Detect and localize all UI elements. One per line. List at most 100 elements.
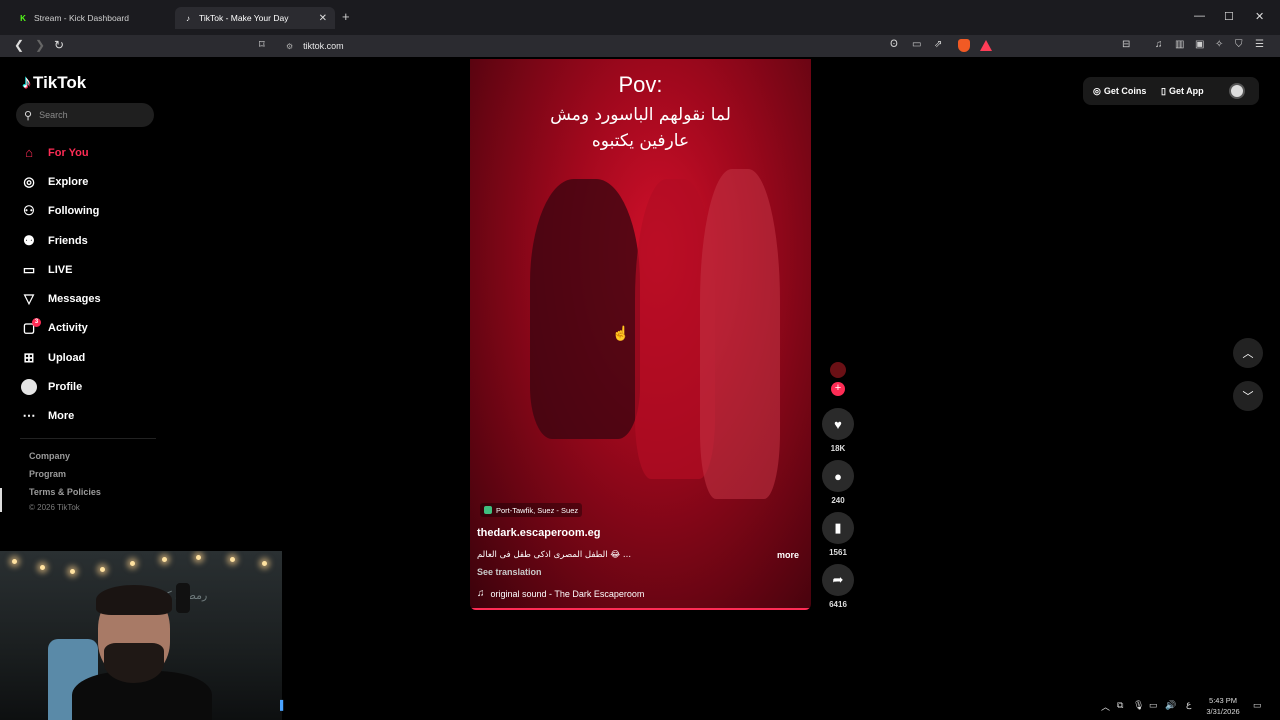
maximize-icon[interactable]: ☐ — [1224, 10, 1234, 23]
sidebar-item-explore[interactable]: ◎ Explore — [20, 167, 160, 196]
wallet-icon[interactable]: ▣ — [1195, 39, 1204, 50]
sound-text: original sound - The Dark Escaperoom — [490, 588, 645, 599]
mouse-cursor-icon: ☝ — [612, 325, 630, 341]
brave-rewards-icon[interactable] — [980, 40, 992, 51]
live-icon: ▭ — [22, 261, 36, 277]
sidebar-item-label: Messages — [48, 293, 101, 306]
tiktok-logo[interactable]: ♪ TikTok — [22, 72, 86, 93]
sidebar-item-profile[interactable]: Profile — [20, 372, 160, 401]
tab-title: Stream - Kick Dashboard — [34, 13, 129, 23]
coin-icon: ◎ — [1093, 85, 1101, 96]
close-tab-icon[interactable]: ✕ — [319, 13, 327, 24]
activity-badge: 3 — [32, 317, 41, 327]
footer-copyright: © 2026 TikTok — [29, 503, 80, 512]
compass-icon: ◎ — [23, 173, 35, 189]
taskbar-clock[interactable]: 5:43 PM 3/31/2026 — [1200, 695, 1246, 717]
leo-ai-icon[interactable]: ✧ — [1215, 39, 1223, 50]
footer-link-terms[interactable]: Terms & Policies — [29, 485, 101, 503]
like-button[interactable]: ♥ — [822, 408, 854, 440]
sidebar-item-friends[interactable]: ⚉ Friends — [20, 226, 160, 255]
video-player[interactable]: Pov: لما نقولهم الباسورد ومش عارفين يكتب… — [470, 59, 811, 610]
show-hidden-icons[interactable]: ︿ — [1101, 700, 1110, 713]
video-overlay-text: لما نقولهم الباسورد ومش عارفين يكتبوه — [470, 102, 811, 154]
string-light — [162, 557, 167, 562]
close-window-icon[interactable]: ✕ — [1255, 10, 1264, 23]
sidebar-footer: Company Program Terms & Policies © 2026 … — [29, 449, 101, 512]
app-icon[interactable]: ▌ — [280, 700, 286, 710]
reader-icon[interactable]: ▥ — [1175, 39, 1184, 50]
string-light — [100, 567, 105, 572]
media-icon[interactable]: ♫ — [1155, 39, 1163, 50]
sidebar-item-following[interactable]: ⚇ Following — [20, 197, 160, 226]
previous-video-button[interactable]: ︿ — [1233, 338, 1263, 368]
tray-app-icon[interactable]: ⧉ — [1117, 700, 1123, 711]
no-translate-icon[interactable]: Ꙩ — [890, 39, 898, 50]
sidebar-item-upload[interactable]: ⊞ Upload — [20, 343, 160, 372]
creator-avatar[interactable] — [830, 362, 846, 378]
overlay-line: عارفين يكتبوه — [591, 131, 690, 151]
save-count: 1561 — [829, 548, 847, 557]
comment-icon: ● — [834, 468, 842, 484]
tab-tiktok[interactable]: ♪ TikTok - Make Your Day ✕ — [175, 7, 335, 29]
home-icon: ⌂ — [25, 145, 33, 161]
comment-count: 240 — [831, 496, 845, 505]
back-icon[interactable]: ❮ — [14, 38, 24, 52]
footer-link-company[interactable]: Company — [29, 449, 101, 467]
forward-icon[interactable]: ❯ — [35, 38, 45, 52]
network-icon[interactable]: ▭ — [1149, 700, 1158, 711]
location-tag[interactable]: Port-Tawfik, Suez - Suez — [480, 503, 583, 517]
footer-link-program[interactable]: Program — [29, 467, 101, 485]
chevron-up-icon: ︿ — [1242, 348, 1254, 360]
share-button[interactable]: ➦ — [822, 564, 854, 596]
see-translation-link[interactable]: See translation — [477, 567, 542, 577]
next-video-button[interactable]: ﹀ — [1233, 381, 1263, 411]
minimize-icon[interactable]: — — [1194, 10, 1205, 22]
author-name[interactable]: thedark.escaperoom.eg — [477, 527, 601, 539]
messages-icon: ▽ — [24, 291, 34, 307]
avatar[interactable] — [1229, 83, 1245, 99]
string-light — [262, 561, 267, 566]
cast-icon[interactable]: ▭ — [912, 39, 921, 50]
like-count: 18K — [830, 444, 846, 453]
sidebar-item-live[interactable]: ▭ LIVE — [20, 255, 160, 284]
language-indicator[interactable]: ع — [1186, 700, 1191, 710]
reload-icon[interactable]: ↻ — [54, 38, 64, 52]
new-tab-icon[interactable]: + — [342, 9, 350, 24]
brave-shields-icon[interactable] — [958, 39, 970, 52]
sidebar-divider — [20, 438, 156, 439]
comment-button[interactable]: ● — [822, 460, 854, 492]
upload-icon: ⊞ — [23, 349, 35, 365]
clock-date: 3/31/2026 — [1206, 707, 1240, 716]
search-input[interactable]: ⚲ Search — [16, 103, 154, 127]
tab-kick-dashboard[interactable]: K Stream - Kick Dashboard — [10, 7, 170, 29]
sidebar-toggle-icon[interactable]: ⊟ — [1122, 39, 1130, 50]
follow-button[interactable]: + — [831, 382, 845, 396]
menu-icon[interactable]: ☰ — [1255, 39, 1264, 50]
get-coins-label: Get Coins — [1103, 86, 1147, 96]
sound-link[interactable]: ♫ original sound - The Dark Escaperoom — [477, 588, 644, 599]
notifications-icon[interactable]: ▭ — [1253, 700, 1262, 711]
sidebar-item-more[interactable]: ⋯ More — [20, 402, 160, 431]
heart-icon: ♥ — [834, 416, 842, 432]
address-bar: ❮ ❯ ↻ ⌑ ⚙ tiktok.com Ꙩ ▭ ⇗ ⊟ ♫ ▥ ▣ ✧ ⛉ ☰ — [0, 35, 1280, 57]
streamer-beard — [104, 643, 164, 683]
music-note-icon: ♫ — [477, 588, 485, 599]
bookmark-icon[interactable]: ⌑ — [259, 38, 265, 51]
vpn-icon[interactable]: ⛉ — [1235, 39, 1243, 50]
sidebar-item-for-you[interactable]: ⌂ For You — [20, 138, 160, 167]
more-button[interactable]: more — [777, 550, 799, 560]
avatar — [21, 379, 37, 396]
sidebar-item-label: Profile — [48, 381, 83, 394]
microphone-icon[interactable]: 🎙 — [1133, 700, 1144, 711]
sidebar-item-messages[interactable]: ▽ Messages — [20, 284, 160, 313]
get-app-button[interactable]: ▯ Get App — [1161, 82, 1204, 100]
save-button[interactable]: ▮ — [822, 512, 854, 544]
tiktok-icon: ♪ — [186, 13, 190, 23]
string-light — [230, 557, 235, 562]
get-coins-button[interactable]: ◎ Get Coins — [1093, 82, 1146, 100]
sidebar-item-activity[interactable]: ▢ 3 Activity — [20, 314, 160, 343]
video-progress-bar[interactable] — [470, 608, 811, 610]
volume-icon[interactable]: 🔊 — [1165, 700, 1176, 711]
site-info-icon[interactable]: ⚙ — [286, 42, 293, 51]
share-icon[interactable]: ⇗ — [934, 39, 942, 50]
